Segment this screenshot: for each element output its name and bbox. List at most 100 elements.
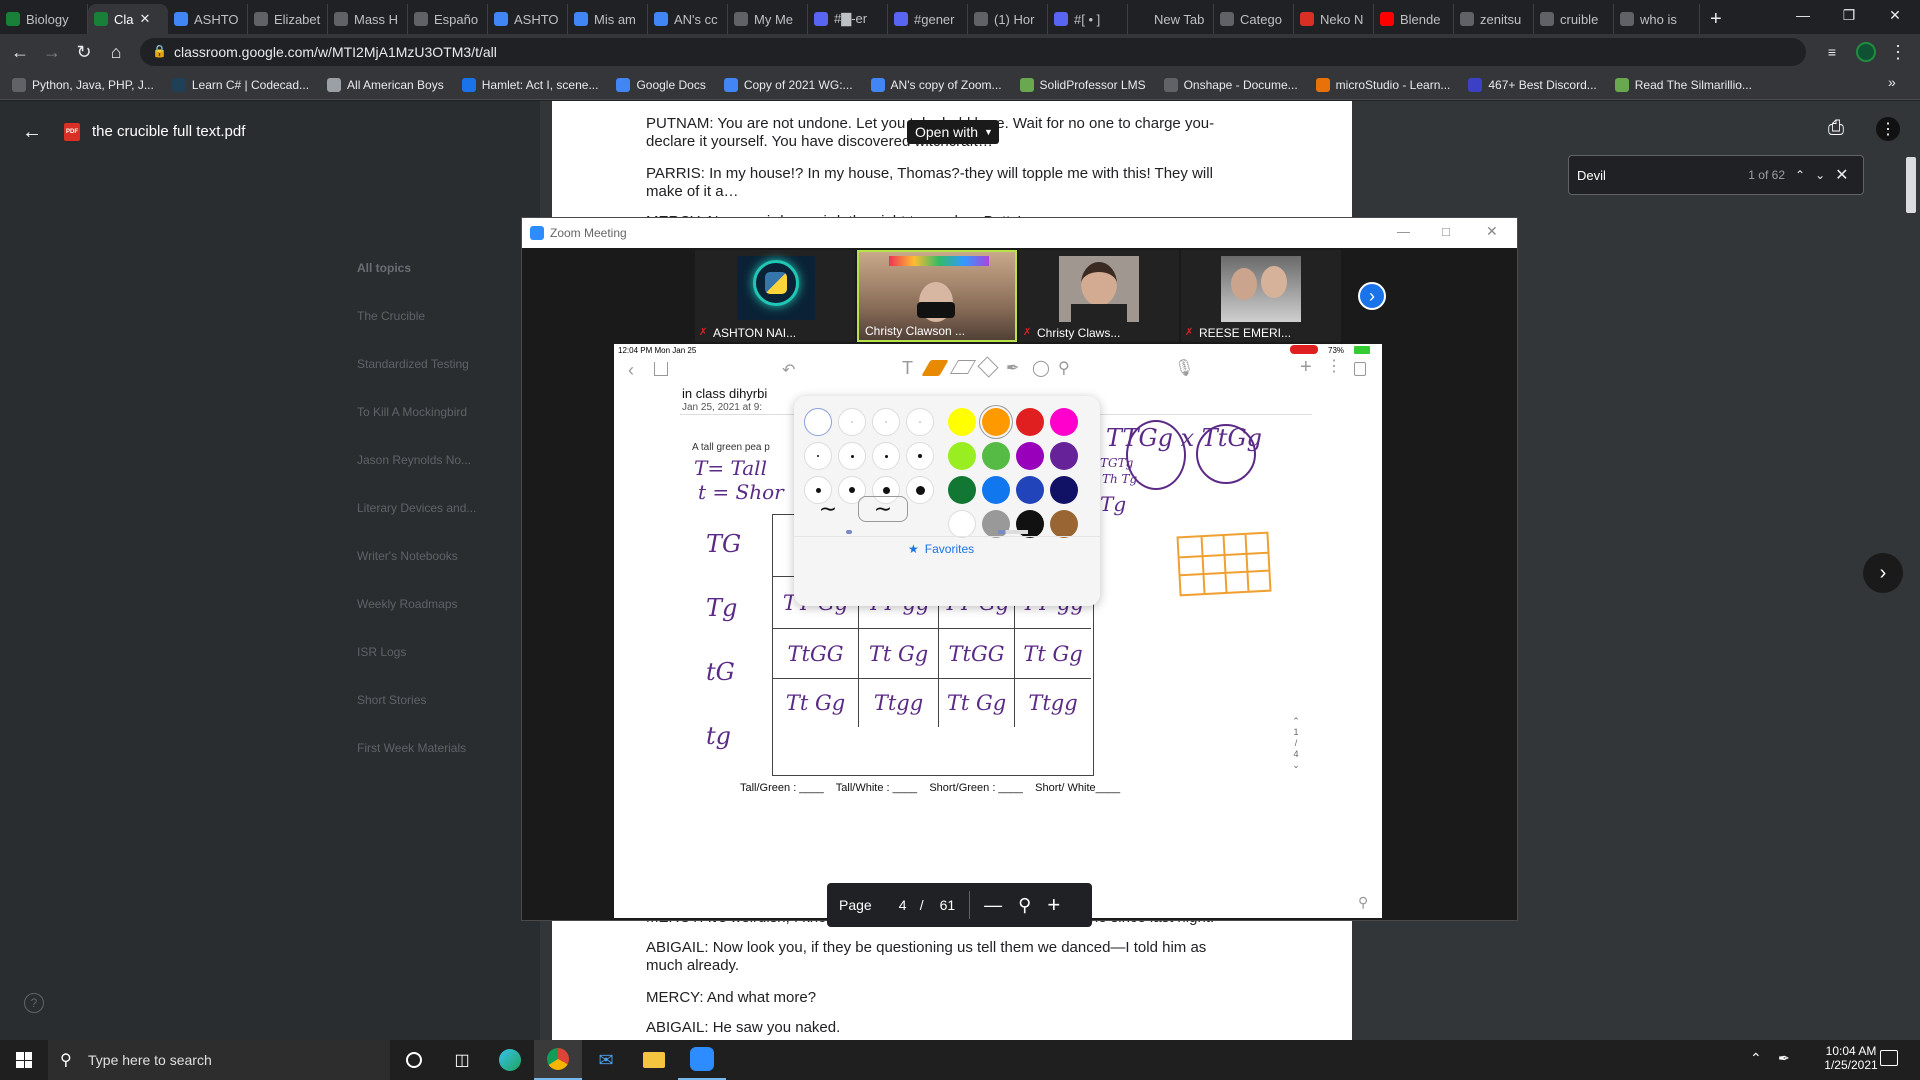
notification-icon[interactable] — [1880, 1050, 1898, 1066]
file-explorer-icon[interactable] — [630, 1040, 678, 1080]
color-swatch[interactable] — [1016, 476, 1044, 504]
close-tab-icon[interactable]: ✕ — [140, 11, 151, 27]
bookmark-item[interactable]: All American Boys — [327, 77, 444, 92]
topic-item[interactable]: Weekly Roadmaps — [357, 597, 458, 611]
zoom-lens-icon[interactable]: ⚲ — [1058, 358, 1070, 378]
share-icon[interactable] — [654, 362, 668, 376]
bookmark-item[interactable]: microStudio - Learn... — [1315, 77, 1450, 92]
browser-tab[interactable]: Catego — [1214, 4, 1294, 34]
stroke-size-option[interactable] — [906, 408, 934, 436]
browser-tab[interactable]: Cla ✕ — [88, 4, 168, 34]
chrome-icon[interactable] — [534, 1040, 582, 1080]
browser-tab[interactable]: who is — [1614, 4, 1700, 34]
current-page-field[interactable]: 4 — [892, 897, 914, 913]
color-swatch[interactable] — [982, 476, 1010, 504]
topic-item[interactable]: First Week Materials — [357, 741, 466, 755]
zoom-in-icon[interactable]: ⚲ — [1358, 894, 1368, 911]
add-page-icon[interactable]: + — [1300, 356, 1312, 379]
zoom-minimize-button[interactable]: — — [1397, 224, 1410, 239]
close-window-button[interactable]: ✕ — [1872, 0, 1918, 30]
stroke-size-option[interactable] — [872, 442, 900, 470]
next-match-icon[interactable]: ⌄ — [1815, 168, 1825, 182]
page-indicator[interactable]: ⌃ 1 / 4 ⌄ — [1288, 716, 1304, 778]
help-icon[interactable]: ? — [24, 993, 44, 1013]
color-swatch[interactable] — [1016, 442, 1044, 470]
color-swatch[interactable] — [982, 442, 1010, 470]
stroke-size-option[interactable] — [804, 408, 832, 436]
participant-tile[interactable]: ✗ REESE EMERI... — [1181, 250, 1341, 342]
home-icon[interactable]: ⌂ — [104, 40, 128, 64]
address-bar[interactable]: 🔒 classroom.google.com/w/MTI2MjA1MzU3OTM… — [140, 38, 1806, 66]
edge-icon[interactable] — [486, 1040, 534, 1080]
browser-tab[interactable]: Blende — [1374, 4, 1454, 34]
browser-tab[interactable]: #▇-er — [808, 4, 888, 34]
browser-tab[interactable]: zenitsu — [1454, 4, 1534, 34]
bookmark-item[interactable]: Google Docs — [616, 77, 706, 92]
stroke-style-pressure[interactable]: ∼ — [858, 496, 908, 522]
next-participants-arrow-icon[interactable]: › — [1358, 282, 1386, 310]
color-swatch[interactable] — [948, 510, 976, 538]
browser-tab[interactable]: Mis am — [568, 4, 648, 34]
back-arrow-icon[interactable]: ← — [22, 121, 42, 144]
color-swatch[interactable] — [1050, 476, 1078, 504]
bookmark-item[interactable]: Copy of 2021 WG:... — [723, 77, 853, 92]
open-with-button[interactable]: Open with ▼ — [907, 120, 999, 144]
color-swatch[interactable] — [1050, 442, 1078, 470]
topic-item[interactable]: Short Stories — [357, 693, 426, 707]
color-swatch[interactable] — [1016, 408, 1044, 436]
topic-item[interactable]: ISR Logs — [357, 645, 406, 659]
stroke-size-option[interactable] — [872, 408, 900, 436]
browser-tab[interactable]: Biology — [0, 4, 88, 34]
color-swatch[interactable] — [948, 442, 976, 470]
new-tab-icon[interactable]: + — [1700, 4, 1732, 34]
pen-tray-icon[interactable]: ✒ — [1778, 1050, 1790, 1067]
undo-icon[interactable]: ↶ — [782, 360, 795, 380]
participant-tile[interactable]: ✗ Christy Claws... — [1019, 250, 1179, 342]
minimize-button[interactable]: — — [1780, 0, 1826, 30]
zoom-app-icon[interactable] — [678, 1040, 726, 1080]
tray-chevron-icon[interactable]: ⌃ — [1750, 1050, 1762, 1067]
favorites-button[interactable]: ★ Favorites — [908, 542, 974, 556]
browser-tab[interactable]: ASHTO — [168, 4, 248, 34]
topic-item[interactable]: To Kill A Mockingbird — [357, 405, 467, 419]
microphone-icon[interactable]: 🎙 — [1174, 358, 1194, 378]
browser-tab[interactable]: New Tab — [1128, 4, 1214, 34]
topic-item[interactable]: All topics — [357, 261, 411, 275]
topic-item[interactable]: Standardized Testing — [357, 357, 469, 371]
clock[interactable]: 10:04 AM 1/25/2021 — [1816, 1044, 1886, 1072]
zoom-close-button[interactable]: ✕ — [1486, 223, 1498, 240]
color-swatch[interactable] — [1050, 408, 1078, 436]
color-swatch[interactable] — [948, 408, 976, 436]
browser-tab[interactable]: My Me — [728, 4, 808, 34]
mail-icon[interactable]: ✉ — [582, 1040, 630, 1080]
participant-tile[interactable]: ✗ ASHTON NAI... — [695, 250, 855, 342]
color-swatch[interactable] — [982, 408, 1010, 436]
close-find-icon[interactable]: ✕ — [1835, 165, 1848, 185]
topic-item[interactable]: Literary Devices and... — [357, 501, 476, 515]
page-view-icon[interactable] — [1354, 362, 1366, 376]
color-swatch[interactable] — [1050, 510, 1078, 538]
stroke-size-option[interactable] — [804, 442, 832, 470]
topic-item[interactable]: The Crucible — [357, 309, 425, 323]
participant-tile-active-speaker[interactable]: Christy Clawson ... — [857, 250, 1017, 342]
zoom-in-plus-icon[interactable]: + — [1047, 892, 1060, 918]
shapes-icon[interactable]: ◯ — [1032, 358, 1050, 378]
stroke-size-option[interactable] — [838, 408, 866, 436]
pen-tool-icon[interactable] — [921, 360, 949, 376]
more-bookmarks-icon[interactable]: » — [1888, 74, 1896, 90]
next-file-arrow-icon[interactable]: › — [1863, 553, 1903, 593]
cortana-icon[interactable] — [390, 1040, 438, 1080]
stroke-size-option[interactable] — [906, 476, 934, 504]
find-input[interactable] — [1577, 164, 1735, 186]
browser-menu-icon[interactable]: ⋮ — [1886, 40, 1910, 64]
previous-match-icon[interactable]: ⌃ — [1795, 168, 1805, 182]
more-options-icon[interactable]: ⋮ — [1876, 117, 1900, 141]
browser-tab[interactable]: Españo — [408, 4, 488, 34]
media-control-icon[interactable]: ≡ — [1820, 40, 1844, 64]
stroke-size-option[interactable] — [906, 442, 934, 470]
browser-tab[interactable]: Neko N — [1294, 4, 1374, 34]
bookmark-item[interactable]: Python, Java, PHP, J... — [12, 77, 154, 92]
task-view-icon[interactable]: ◫ — [438, 1040, 486, 1080]
stroke-style-plain[interactable]: ∼ — [804, 496, 852, 522]
bookmark-item[interactable]: Learn C# | Codecad... — [171, 77, 309, 92]
